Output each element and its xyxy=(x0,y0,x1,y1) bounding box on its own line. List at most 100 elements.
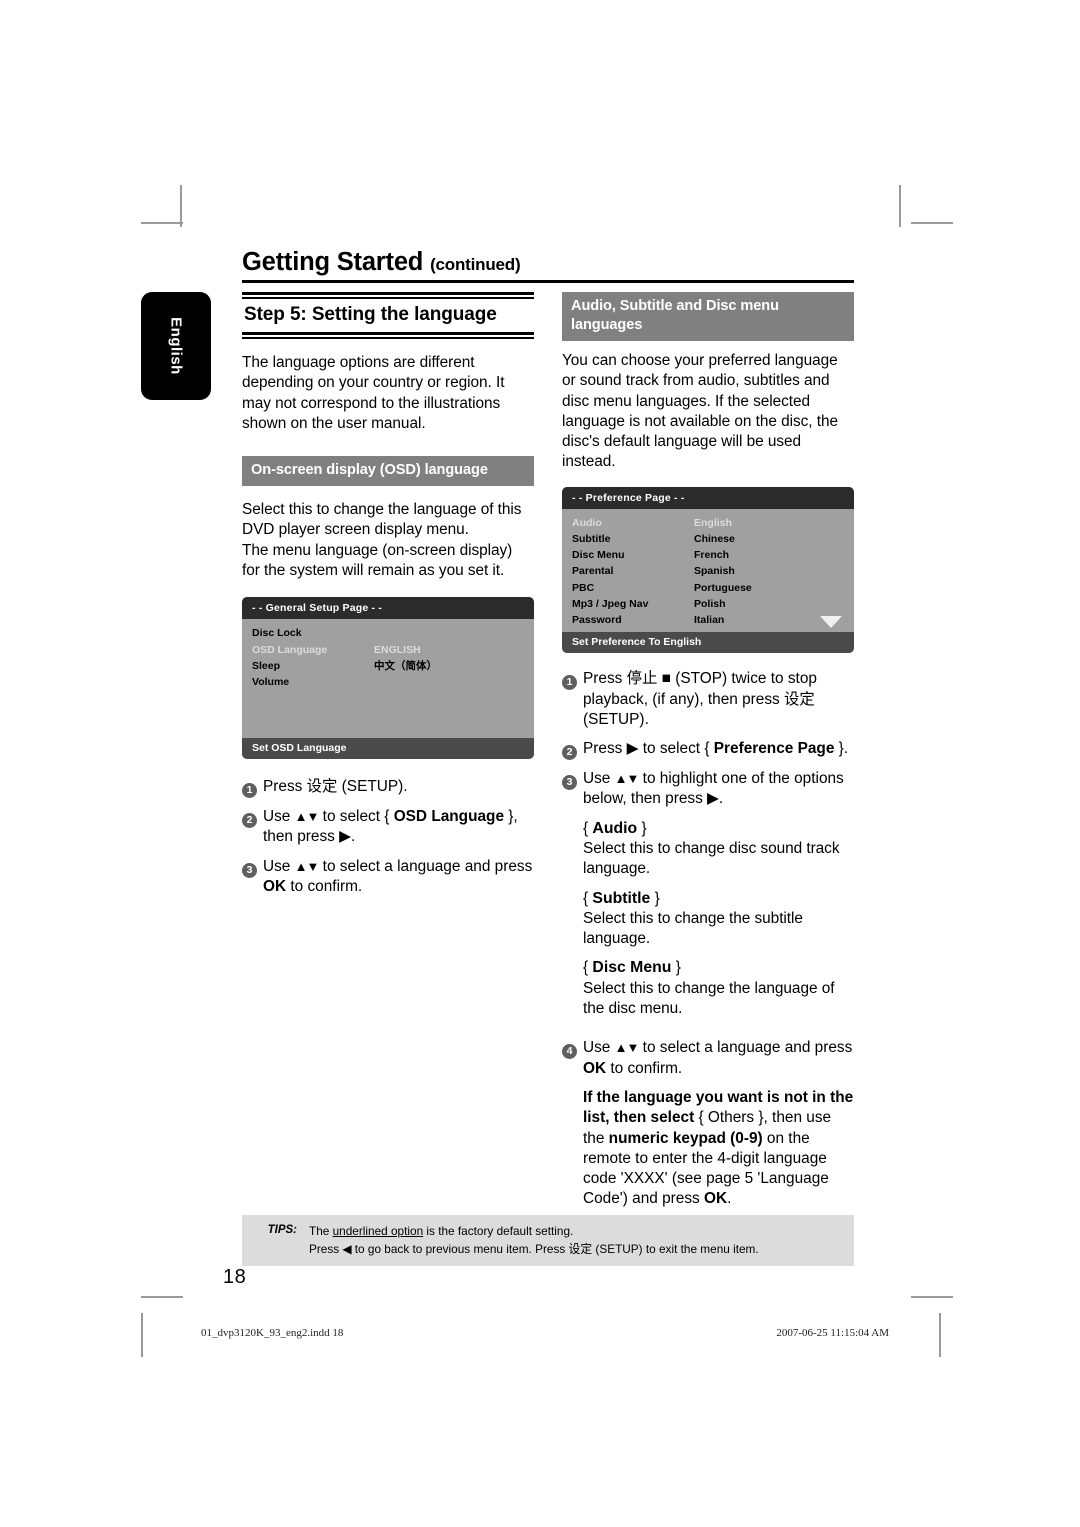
osd-row-label: Disc Lock xyxy=(252,627,302,640)
step-text: Press 停止 ■ (STOP) twice to stop playback… xyxy=(583,670,817,728)
step-text: Use ▲▼ to select a language and press OK… xyxy=(263,857,533,896)
option-name: { Subtitle } xyxy=(583,889,660,907)
osd-row-value: ENGLISH xyxy=(374,643,421,656)
option-indent xyxy=(562,958,583,1019)
preference-page-body: Audio English Subtitle Chinese Disc Menu Fren… xyxy=(562,509,854,632)
step-number: 4 xyxy=(562,1038,583,1079)
tips-line-2: Press ◀ to go back to previous menu item… xyxy=(309,1242,759,1256)
scroll-down-arrow-icon xyxy=(820,616,842,629)
option-descriptions: { Audio } Select this to change disc soun… xyxy=(562,819,854,1020)
crop-mark-top-left-horizontal xyxy=(141,222,183,224)
osd-row: Audio English xyxy=(572,515,844,531)
preference-page-screenshot: - - Preference Page - - Audio English Subt… xyxy=(562,486,854,654)
right-steps-top-list: 1 Press 停止 ■ (STOP) twice to stop playbac… xyxy=(562,669,854,809)
osd-row: Subtitle Chinese xyxy=(572,531,844,547)
preference-page-title: - - Preference Page - - xyxy=(562,486,854,509)
general-setup-title: - - General Setup Page - - xyxy=(242,597,534,620)
option-block: { Subtitle } Select this to change the su… xyxy=(562,889,854,950)
osd-row-label: Volume xyxy=(252,675,290,688)
osd-row: Password Italian xyxy=(572,612,844,628)
step-text: Use ▲▼ to select { OSD Language }, then … xyxy=(263,808,518,846)
option-indent xyxy=(562,889,583,950)
footer-rule-right xyxy=(939,1313,941,1357)
option-name: { Audio } xyxy=(583,819,647,837)
right-intro-paragraph: You can choose your preferred language o… xyxy=(562,352,838,471)
osd-row-value: Polish xyxy=(694,597,726,610)
osd-row: Disc Lock xyxy=(252,625,524,641)
step-bullet: 3 xyxy=(562,775,577,791)
tips-line-1: The underlined option is the factory def… xyxy=(309,1224,574,1238)
instruction-step: 3 Use ▲▼ to select a language and press O… xyxy=(242,857,534,898)
option-body: { Disc Menu } Select this to change the l… xyxy=(583,958,854,1019)
osd-row-label: PBC xyxy=(572,581,595,594)
footer-rule-left xyxy=(141,1313,143,1357)
option-name: { Disc Menu } xyxy=(583,959,681,977)
instruction-step: 2 Press ▶ to select { Preference Page }. xyxy=(562,739,854,761)
osd-row-value xyxy=(374,674,524,690)
language-side-tab: English xyxy=(141,292,211,400)
page-header: Getting Started (continued) xyxy=(242,248,854,283)
osd-section-bar: On-screen display (OSD) language xyxy=(242,456,534,487)
osd-row: Volume xyxy=(252,674,524,690)
manual-page: Getting Started (continued) English Step… xyxy=(141,248,941,1328)
osd-row-value: English xyxy=(694,516,732,529)
instruction-step: 2 Use ▲▼ to select { OSD Language }, then… xyxy=(242,807,534,848)
right-column: Audio, Subtitle and Disc menu languages … xyxy=(562,292,854,1269)
step-text: Use ▲▼ to select a language and press OK… xyxy=(583,1039,853,1077)
preference-page-footer: Set Preference To English xyxy=(562,632,854,654)
step-bullet: 4 xyxy=(562,1044,577,1060)
footer-filename: 01_dvp3120K_93_eng2.indd 18 xyxy=(201,1327,344,1339)
osd-row-value: Spanish xyxy=(694,565,735,578)
crop-mark-top-right-vertical xyxy=(899,185,901,227)
step-bullet: 1 xyxy=(242,783,257,799)
step-number: 1 xyxy=(242,777,263,799)
option-body: { Subtitle } Select this to change the su… xyxy=(583,889,854,950)
language-side-tab-label: English xyxy=(167,317,185,375)
step5-title: Step 5: Setting the language xyxy=(244,304,497,325)
option-block: { Audio } Select this to change disc soun… xyxy=(562,819,854,880)
osd-row-label: Disc Menu xyxy=(572,549,625,562)
osd-row: Parental Spanish xyxy=(572,563,844,579)
crop-mark-top-left-vertical xyxy=(180,185,182,227)
osd-row-value xyxy=(374,625,524,641)
tips-box: TIPS: The underlined option is the facto… xyxy=(242,1215,854,1266)
option-block: { Disc Menu } Select this to change the l… xyxy=(562,958,854,1019)
left-intro-paragraph: The language options are different depen… xyxy=(242,354,505,432)
page-title-main: Getting Started xyxy=(242,248,424,276)
osd-row-label: Parental xyxy=(572,565,614,578)
osd-row-label: OSD Language xyxy=(252,643,328,656)
option-indent xyxy=(562,819,583,880)
left-steps-list: 1 Press 设定 (SETUP). 2 Use ▲▼ to select { OS… xyxy=(242,777,534,897)
page-title-continued: (continued) xyxy=(430,255,521,274)
tips-content: The underlined option is the factory def… xyxy=(309,1222,759,1258)
step-number: 3 xyxy=(562,769,583,810)
osd-row-value: French xyxy=(694,549,730,562)
instruction-step: 4 Use ▲▼ to select a language and press O… xyxy=(562,1038,854,1079)
step-number: 2 xyxy=(562,739,583,761)
osd-row-label: Mp3 / Jpeg Nav xyxy=(572,597,649,610)
option-body: { Audio } Select this to change disc soun… xyxy=(583,819,854,880)
general-setup-page-screenshot: - - General Setup Page - - Disc Lock OSD … xyxy=(242,597,534,760)
step-bullet: 1 xyxy=(562,675,577,691)
preference-page-rows: Audio English Subtitle Chinese Disc Menu Fren… xyxy=(572,515,844,628)
option-description: Select this to change disc sound track l… xyxy=(583,839,840,878)
step-title-rule-top xyxy=(242,292,534,299)
language-code-note: If the language you want is not in the l… xyxy=(562,1088,854,1210)
option-description: Select this to change the subtitle langu… xyxy=(583,909,803,948)
right-steps-bottom-list: 4 Use ▲▼ to select a language and press O… xyxy=(562,1038,854,1079)
step-bullet: 2 xyxy=(562,745,577,761)
step-text: Press 设定 (SETUP). xyxy=(263,778,408,796)
osd-row: Sleep 中文（简体） xyxy=(252,658,524,674)
general-setup-body: Disc Lock OSD Language ENGLISH Sleep 中文（简体） V… xyxy=(242,619,534,738)
language-code-note-text: If the language you want is not in the l… xyxy=(583,1088,854,1208)
osd-row-value: Chinese xyxy=(694,532,735,545)
footer-timestamp: 2007-06-25 11:15:04 AM xyxy=(776,1327,889,1339)
general-setup-rows: Disc Lock OSD Language ENGLISH Sleep 中文（简体） V… xyxy=(252,625,524,690)
page-number: 18 xyxy=(223,1266,247,1288)
osd-row: PBC Portuguese xyxy=(572,580,844,596)
page-title: Getting Started (continued) xyxy=(242,248,854,277)
step-number: 3 xyxy=(242,857,263,898)
step-number: 1 xyxy=(562,669,583,730)
step-bullet: 2 xyxy=(242,813,257,829)
step-bullet: 3 xyxy=(242,862,257,878)
